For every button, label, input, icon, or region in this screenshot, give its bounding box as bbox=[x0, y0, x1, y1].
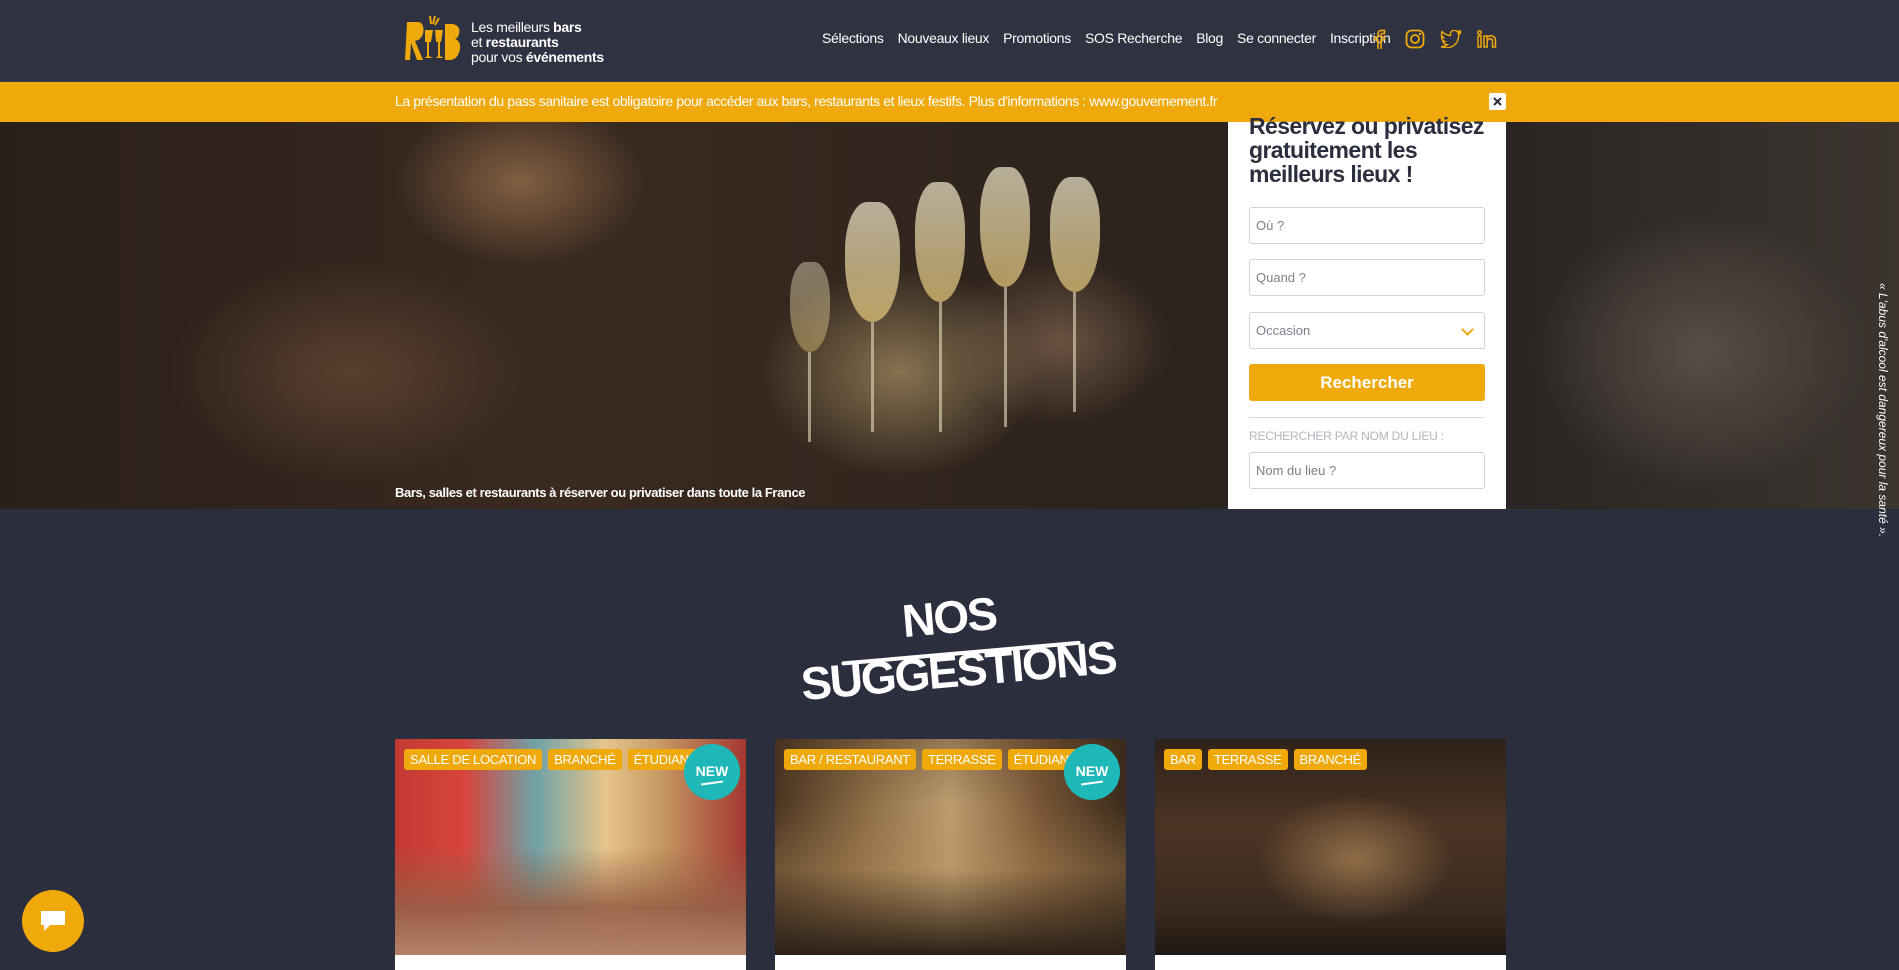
chat-button[interactable] bbox=[22, 890, 84, 952]
new-badge: NEW bbox=[684, 744, 740, 800]
glass-shape bbox=[790, 262, 830, 352]
venue-card[interactable]: SALLE DE LOCATION BRANCHÉ ÉTUDIANT NEW bbox=[395, 739, 746, 970]
logo-tagline: Les meilleurs bars et restaurants pour v… bbox=[471, 18, 604, 65]
venue-tags: BAR / RESTAURANT TERRASSE ÉTUDIANT bbox=[784, 749, 1083, 770]
close-icon bbox=[1493, 97, 1502, 106]
search-panel: Réservez ou privatisez gratuitement les … bbox=[1228, 114, 1506, 509]
twitter-icon[interactable] bbox=[1440, 28, 1462, 50]
venue-tag: TERRASSE bbox=[1207, 749, 1288, 770]
instagram-icon[interactable] bbox=[1404, 28, 1426, 50]
glass-shape bbox=[1050, 177, 1100, 292]
venue-tag: TERRASSE bbox=[921, 749, 1002, 770]
glass-shape bbox=[980, 167, 1030, 287]
venue-tag: SALLE DE LOCATION bbox=[404, 749, 543, 770]
venue-tags: BAR TERRASSE BRANCHÉ bbox=[1164, 749, 1367, 770]
site-header: Les meilleurs bars et restaurants pour v… bbox=[0, 0, 1899, 82]
card-footer bbox=[775, 955, 1126, 970]
search-button[interactable]: Rechercher bbox=[1249, 364, 1485, 401]
linkedin-icon[interactable] bbox=[1476, 28, 1498, 50]
nav-promotions[interactable]: Promotions bbox=[1003, 30, 1071, 46]
alcohol-warning: « L'abus d'alcool est dangereux pour la … bbox=[1876, 283, 1890, 538]
logo-mark bbox=[395, 12, 465, 72]
suggestions-title: NOS SUGGESTIONS bbox=[798, 587, 1118, 711]
nav-blog[interactable]: Blog bbox=[1196, 30, 1223, 46]
glass-stem bbox=[1004, 287, 1007, 427]
search-by-name-label: RECHERCHER PAR NOM DU LIEU : bbox=[1249, 429, 1444, 443]
nav-nouveaux-lieux[interactable]: Nouveaux lieux bbox=[898, 30, 990, 46]
venue-tag: BAR / RESTAURANT bbox=[784, 749, 916, 770]
nav-se-connecter[interactable]: Se connecter bbox=[1237, 30, 1316, 46]
glasses-icon bbox=[405, 15, 461, 60]
venue-tag: BRANCHÉ bbox=[548, 749, 622, 770]
glass-stem bbox=[1073, 292, 1076, 412]
chat-bubble-icon bbox=[41, 911, 65, 931]
venue-card[interactable]: BAR / RESTAURANT TERRASSE ÉTUDIANT NEW bbox=[775, 739, 1126, 970]
nav-selections[interactable]: Sélections bbox=[822, 30, 884, 46]
glass-stem bbox=[939, 302, 942, 432]
venue-tag: BAR bbox=[1164, 749, 1202, 770]
health-pass-notice: La présentation du pass sanitaire est ob… bbox=[0, 82, 1899, 122]
venue-tags: SALLE DE LOCATION BRANCHÉ ÉTUDIANT bbox=[404, 749, 703, 770]
where-input[interactable]: Où ? bbox=[1249, 207, 1485, 244]
search-panel-title: Réservez ou privatisez gratuitement les … bbox=[1249, 113, 1484, 187]
glass-stem bbox=[871, 322, 874, 432]
occasion-select[interactable]: Occasion bbox=[1249, 312, 1485, 349]
notice-text: La présentation du pass sanitaire est ob… bbox=[395, 93, 1218, 109]
new-badge: NEW bbox=[1064, 744, 1120, 800]
logo[interactable]: Les meilleurs bars et restaurants pour v… bbox=[395, 12, 604, 72]
venue-name-input[interactable]: Nom du lieu ? bbox=[1249, 452, 1485, 489]
glass-shape bbox=[845, 202, 900, 322]
when-input[interactable]: Quand ? bbox=[1249, 259, 1485, 296]
venue-card[interactable]: BAR TERRASSE BRANCHÉ bbox=[1155, 739, 1506, 970]
facebook-icon[interactable] bbox=[1368, 28, 1390, 50]
venue-photo[interactable] bbox=[1155, 739, 1506, 955]
glass-shape bbox=[915, 182, 965, 302]
venue-tag: BRANCHÉ bbox=[1293, 749, 1367, 770]
social-links bbox=[1368, 28, 1498, 50]
card-footer bbox=[395, 955, 746, 970]
card-footer bbox=[1155, 955, 1506, 970]
notice-close-button[interactable] bbox=[1489, 93, 1506, 110]
hero-banner: Bars, salles et restaurants à réserver o… bbox=[0, 122, 1899, 509]
glass-stem bbox=[808, 352, 811, 442]
panel-divider bbox=[1249, 417, 1485, 418]
main-nav: Sélections Nouveaux lieux Promotions SOS… bbox=[808, 30, 1391, 46]
hero-caption: Bars, salles et restaurants à réserver o… bbox=[395, 485, 806, 500]
nav-sos-recherche[interactable]: SOS Recherche bbox=[1085, 30, 1183, 46]
